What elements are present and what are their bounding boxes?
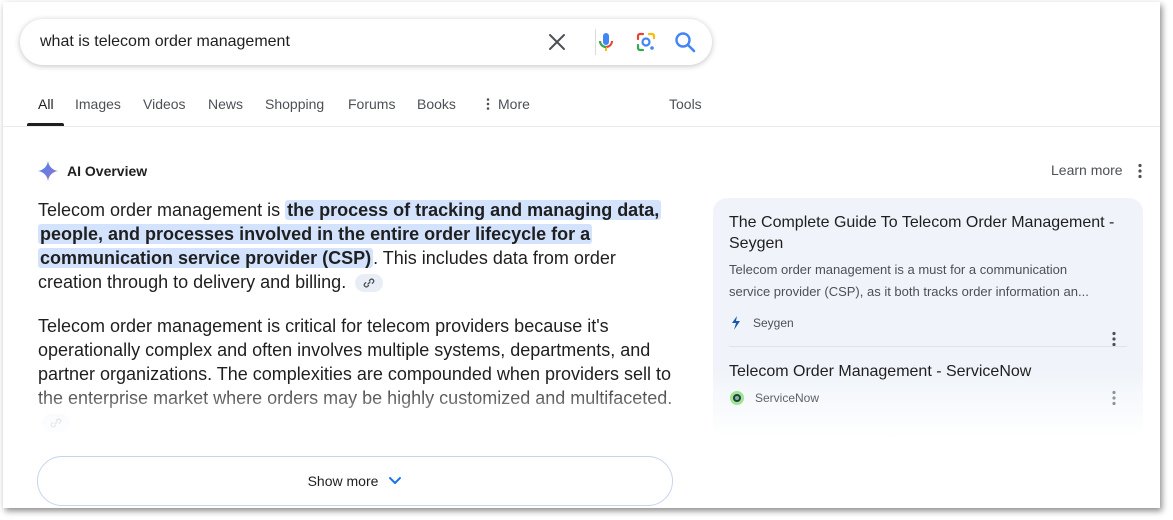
snippet-line-1: Telecom order management is a must for a… [729,262,1068,277]
microphone-icon[interactable] [594,30,618,54]
servicenow-logo-icon [730,391,744,405]
source-card-servicenow[interactable]: Telecom Order Management - ServiceNow Se… [729,361,1127,406]
more-vert-icon [486,98,490,110]
search-box [20,19,712,65]
show-more-button[interactable]: Show more [37,456,673,506]
search-input[interactable] [40,19,530,65]
sources-panel: The Complete Guide To Telecom Order Mana… [713,198,1143,438]
learn-more-link[interactable]: Learn more [1051,162,1123,178]
tab-videos[interactable]: Videos [143,96,186,112]
source-snippet: Telecom order management is a must for a… [729,259,1127,303]
source-card-seygen[interactable]: The Complete Guide To Telecom Order Mana… [729,212,1127,347]
source-options-icon[interactable] [1107,389,1121,407]
seygen-logo-icon [732,316,740,330]
chevron-down-icon [389,477,402,484]
tabs-divider [3,126,1160,127]
p1-prefix: Telecom order management is [38,200,286,220]
citation-link-chip-2[interactable] [42,414,70,433]
more-options-icon[interactable] [1133,162,1147,180]
search-icon[interactable] [673,30,697,54]
source-title[interactable]: Telecom Order Management - ServiceNow [729,361,1127,382]
p2-text: Telecom order management is critical for… [38,316,673,408]
lens-camera-icon[interactable] [634,30,658,54]
tab-images[interactable]: Images [75,96,121,112]
tab-more-label: More [498,96,530,112]
source-divider [729,346,1127,347]
ai-overview-header: AI Overview [37,160,147,182]
overview-paragraph-1: Telecom order management is the process … [38,198,678,294]
citation-link-chip[interactable] [355,274,384,293]
browser-frame: All Images Videos News Shopping Forums B… [3,2,1160,508]
link-icon [50,418,62,428]
tab-news[interactable]: News [208,96,243,112]
source-title[interactable]: The Complete Guide To Telecom Order Mana… [729,212,1127,254]
tab-shopping[interactable]: Shopping [265,96,324,112]
tools-button[interactable]: Tools [669,96,702,112]
tab-more[interactable]: More [483,96,530,112]
ai-overview-body: Telecom order management is the process … [38,198,678,454]
gemini-sparkle-icon [38,161,58,181]
link-icon [363,278,375,288]
search-tabs: All Images Videos News Shopping Forums B… [3,88,1160,126]
tab-all[interactable]: All [38,96,54,112]
overview-paragraph-2: Telecom order management is critical for… [38,314,678,434]
tab-books[interactable]: Books [417,96,456,112]
snippet-line-2: service provider (CSP), as it both track… [729,284,1089,299]
tab-forums[interactable]: Forums [348,96,395,112]
source-site-name: ServiceNow [755,391,820,405]
show-more-label: Show more [307,473,379,489]
source-site: ServiceNow [729,390,1127,406]
ai-overview-title: AI Overview [67,163,148,179]
source-site: Seygen [729,315,1127,331]
source-options-icon[interactable] [1107,330,1121,348]
clear-icon[interactable] [545,30,569,54]
source-site-name: Seygen [753,316,794,330]
